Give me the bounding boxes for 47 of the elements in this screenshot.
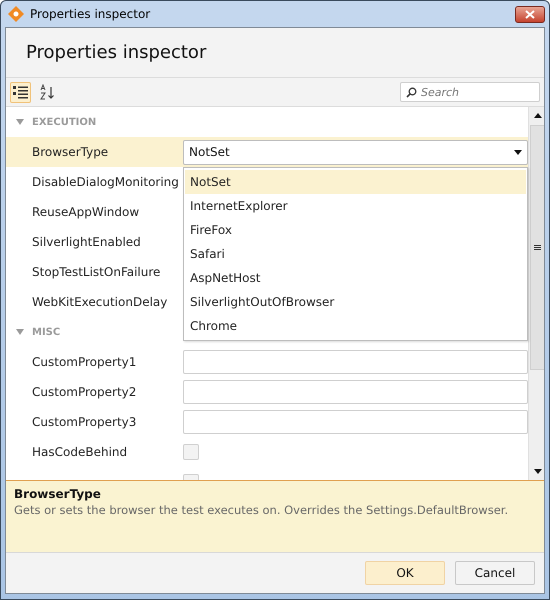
app-logo-icon <box>8 6 24 22</box>
dialog-heading: Properties inspector <box>26 42 206 63</box>
property-row[interactable]: HasCodeBehind <box>6 437 528 467</box>
checkbox[interactable] <box>183 444 199 460</box>
dropdown-option[interactable]: FireFox <box>185 218 526 242</box>
close-button[interactable] <box>515 6 545 22</box>
property-label: HasCodeBehind <box>32 445 128 459</box>
scroll-down-icon[interactable] <box>534 469 542 474</box>
dropdown-option[interactable]: NotSet <box>185 170 526 194</box>
window-title: Properties inspector <box>30 7 152 21</box>
categorized-view-button[interactable] <box>10 82 31 102</box>
dropdown-option[interactable]: AspNetHost <box>185 266 526 290</box>
property-label: CustomProperty2 <box>32 385 136 399</box>
description-text: Gets or sets the browser the test executes on. Overrides the Settings.DefaultBrowser. <box>14 503 510 517</box>
input-field[interactable] <box>183 410 528 434</box>
property-row[interactable]: CustomProperty2 <box>6 377 528 407</box>
property-row[interactable]: CustomProperty3 <box>6 407 528 437</box>
dropdown-option[interactable]: Chrome <box>185 314 526 338</box>
input-field[interactable] <box>183 350 528 374</box>
search-icon <box>406 86 417 98</box>
property-row[interactable]: CustomProperty1 <box>6 347 528 377</box>
property-label: CustomProperty3 <box>32 415 136 429</box>
input-field[interactable] <box>183 380 528 404</box>
list-icon <box>13 86 28 98</box>
property-row[interactable]: BrowserType NotSet <box>6 137 528 167</box>
close-icon <box>525 10 535 18</box>
dropdown-option[interactable]: Safari <box>185 242 526 266</box>
scrollbar[interactable] <box>528 107 544 480</box>
category-header: EXECUTION <box>32 116 96 128</box>
search-field[interactable]: Search <box>421 86 531 98</box>
ok-button[interactable]: OK <box>365 561 445 585</box>
search-box[interactable]: Search <box>400 82 540 102</box>
description-title: BrowserType <box>14 487 102 501</box>
scroll-up-icon[interactable] <box>534 113 542 118</box>
expand-arrow-icon[interactable] <box>16 119 24 125</box>
dropdown-option[interactable]: InternetExplorer <box>185 194 526 218</box>
cancel-button[interactable]: Cancel <box>455 561 535 585</box>
property-label: BrowserType <box>32 145 108 159</box>
scroll-thumb[interactable] <box>530 125 544 370</box>
caret-icon <box>514 150 522 154</box>
sort-icon <box>40 84 56 100</box>
category-header: MISC <box>32 326 60 338</box>
dropdown-option[interactable]: SilverlightOutOfBrowser <box>185 290 526 314</box>
browser-type-dropdown[interactable]: NotSet <box>183 140 528 164</box>
property-label: CustomProperty1 <box>32 355 136 369</box>
expand-arrow-icon[interactable] <box>16 329 24 335</box>
grip-icon <box>534 245 541 250</box>
